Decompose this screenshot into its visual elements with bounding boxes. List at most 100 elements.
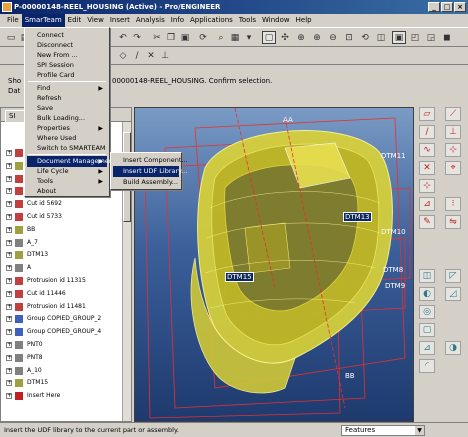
extrude-tool-icon[interactable]: ◫ xyxy=(419,269,435,283)
reorient-icon[interactable]: ⟲ xyxy=(358,31,372,44)
expand-icon[interactable]: + xyxy=(6,150,12,156)
expand-icon[interactable]: + xyxy=(6,239,12,246)
chamfer-tool-icon[interactable]: ◿ xyxy=(445,287,461,301)
hole-tool-icon[interactable]: ◎ xyxy=(419,305,435,319)
menu-item-switch-to-smarteam[interactable]: Switch to SMARTEAM xyxy=(27,143,107,154)
csys-tool-icon[interactable]: ⊹ xyxy=(419,179,435,193)
spin-center-icon[interactable]: ✣ xyxy=(278,31,292,44)
expand-icon[interactable]: + xyxy=(6,162,12,169)
analysis-tool-icon[interactable]: ⊿ xyxy=(419,197,435,211)
draft-tool-icon[interactable]: ◸ xyxy=(445,269,461,283)
regenerate-icon[interactable]: ⟳ xyxy=(196,31,210,44)
close-button[interactable]: × xyxy=(454,2,466,12)
datum-point-tool-icon[interactable]: ✕ xyxy=(419,161,435,175)
shell-tool-icon[interactable]: ▢ xyxy=(419,323,435,337)
no-hidden-icon[interactable]: ◲ xyxy=(424,31,438,44)
feature-icon xyxy=(15,366,23,375)
shading-icon[interactable]: ◼ xyxy=(440,31,454,44)
menu-item-label: Where Used xyxy=(37,134,77,142)
expand-icon[interactable]: + xyxy=(6,393,12,400)
feature-icon xyxy=(15,392,23,401)
search-icon[interactable]: ⌕ xyxy=(214,31,228,44)
datum-display-icon[interactable]: ⟋ xyxy=(445,107,461,121)
selection-filter-dropdown[interactable]: Features ▼ xyxy=(341,425,425,436)
dropdown-chevron-icon[interactable]: ▾ xyxy=(242,31,256,44)
feature-icon xyxy=(15,328,23,337)
axis-display-icon[interactable]: ⊥ xyxy=(445,125,461,139)
expand-icon[interactable]: + xyxy=(6,188,12,195)
select-icon[interactable]: ▦ xyxy=(228,31,242,44)
menu-tools[interactable]: Tools xyxy=(236,14,259,27)
menu-item-build-assembly[interactable]: Build Assembly... xyxy=(113,177,179,188)
menu-smarteam[interactable]: SmarTeam xyxy=(21,14,65,27)
revolve-tool-icon[interactable]: ◐ xyxy=(419,287,435,301)
copy-icon[interactable]: ❐ xyxy=(164,31,178,44)
datum-planes-icon[interactable]: ◇ xyxy=(116,49,130,62)
menu-view[interactable]: View xyxy=(84,14,107,27)
cut-icon[interactable]: ✂ xyxy=(150,31,164,44)
feature-icon xyxy=(15,353,23,362)
point-display-icon[interactable]: ⊹ xyxy=(445,143,461,157)
menu-item-insert-component[interactable]: Insert Component... xyxy=(113,155,188,166)
menu-item-insert-udf-library[interactable]: Insert UDF Library... xyxy=(113,166,187,177)
menu-help[interactable]: Help xyxy=(293,14,315,27)
datum-axes-icon[interactable]: ∕ xyxy=(130,49,144,62)
csys-icon[interactable]: ⊥ xyxy=(158,49,172,62)
menu-item-about[interactable]: About xyxy=(27,186,107,197)
expand-icon[interactable]: + xyxy=(6,303,12,310)
expand-icon[interactable]: + xyxy=(6,265,12,272)
saved-views-icon[interactable]: ◫ xyxy=(374,31,388,44)
pattern-tool-icon[interactable]: ⁝ xyxy=(445,197,461,211)
app-icon xyxy=(2,2,12,12)
menu-window[interactable]: Window xyxy=(259,14,293,27)
undo-icon[interactable]: ↶ xyxy=(116,31,130,44)
expand-icon[interactable]: + xyxy=(6,354,12,361)
expand-icon[interactable]: + xyxy=(6,226,12,233)
expand-icon[interactable]: + xyxy=(6,380,12,387)
menu-item-profile-card[interactable]: Profile Card xyxy=(27,70,107,81)
expand-icon[interactable]: + xyxy=(6,175,12,182)
wireframe-icon[interactable]: ▣ xyxy=(392,31,406,44)
datum-curve-tool-icon[interactable]: ∿ xyxy=(419,143,435,157)
rib-tool-icon[interactable]: ⊿ xyxy=(419,341,435,355)
expand-icon[interactable]: + xyxy=(6,278,12,284)
zoom-out-icon[interactable]: ⊖ xyxy=(326,31,340,44)
round-tool-icon[interactable]: ◜ xyxy=(419,359,435,373)
orient-mode-icon[interactable]: ⊕ xyxy=(294,31,308,44)
hidden-line-icon[interactable]: ◰ xyxy=(408,31,422,44)
zoom-in-icon[interactable]: ⊕ xyxy=(310,31,324,44)
expand-icon[interactable]: + xyxy=(6,316,12,323)
sketch-tool-icon[interactable]: ✎ xyxy=(419,215,435,229)
menu-edit[interactable]: Edit xyxy=(65,14,85,27)
maximize-button[interactable]: □ xyxy=(441,2,453,12)
datum-points-icon[interactable]: ✕ xyxy=(144,49,158,62)
selection-filter-value: Features xyxy=(345,426,376,434)
menu-insert[interactable]: Insert xyxy=(107,14,133,27)
menu-analysis[interactable]: Analysis xyxy=(133,14,168,27)
repaint-icon[interactable]: ▢ xyxy=(262,31,276,44)
menu-applications[interactable]: Applications xyxy=(187,14,236,27)
tree-item-label: Insert Here xyxy=(27,392,61,400)
menu-item-label: Find xyxy=(37,84,51,92)
expand-icon[interactable]: + xyxy=(6,367,12,374)
new-file-icon[interactable]: ▭ xyxy=(4,31,18,44)
redo-icon[interactable]: ↷ xyxy=(130,31,144,44)
menu-info[interactable]: Info xyxy=(168,14,187,27)
menu-item-label: Bulk Loading... xyxy=(37,114,86,122)
menu-file[interactable]: File xyxy=(4,14,22,27)
minimize-button[interactable]: _ xyxy=(428,2,440,12)
datum-plane-tool-icon[interactable]: ▱ xyxy=(419,107,435,121)
paste-icon[interactable]: ▣ xyxy=(178,31,192,44)
csys-display-icon[interactable]: ⌖ xyxy=(445,161,461,175)
mirror-tool-icon[interactable]: ⇋ xyxy=(445,215,461,229)
refit-icon[interactable]: ⊡ xyxy=(342,31,356,44)
expand-icon[interactable]: + xyxy=(6,342,12,348)
tree-item-label: BB xyxy=(27,225,36,233)
expand-icon[interactable]: + xyxy=(6,329,12,336)
expand-icon[interactable]: + xyxy=(6,201,12,208)
expand-icon[interactable]: + xyxy=(6,214,12,220)
expand-icon[interactable]: + xyxy=(6,290,12,297)
merge-tool-icon[interactable]: ◑ xyxy=(445,341,461,355)
datum-axis-tool-icon[interactable]: ∕ xyxy=(419,125,435,139)
expand-icon[interactable]: + xyxy=(6,252,12,259)
